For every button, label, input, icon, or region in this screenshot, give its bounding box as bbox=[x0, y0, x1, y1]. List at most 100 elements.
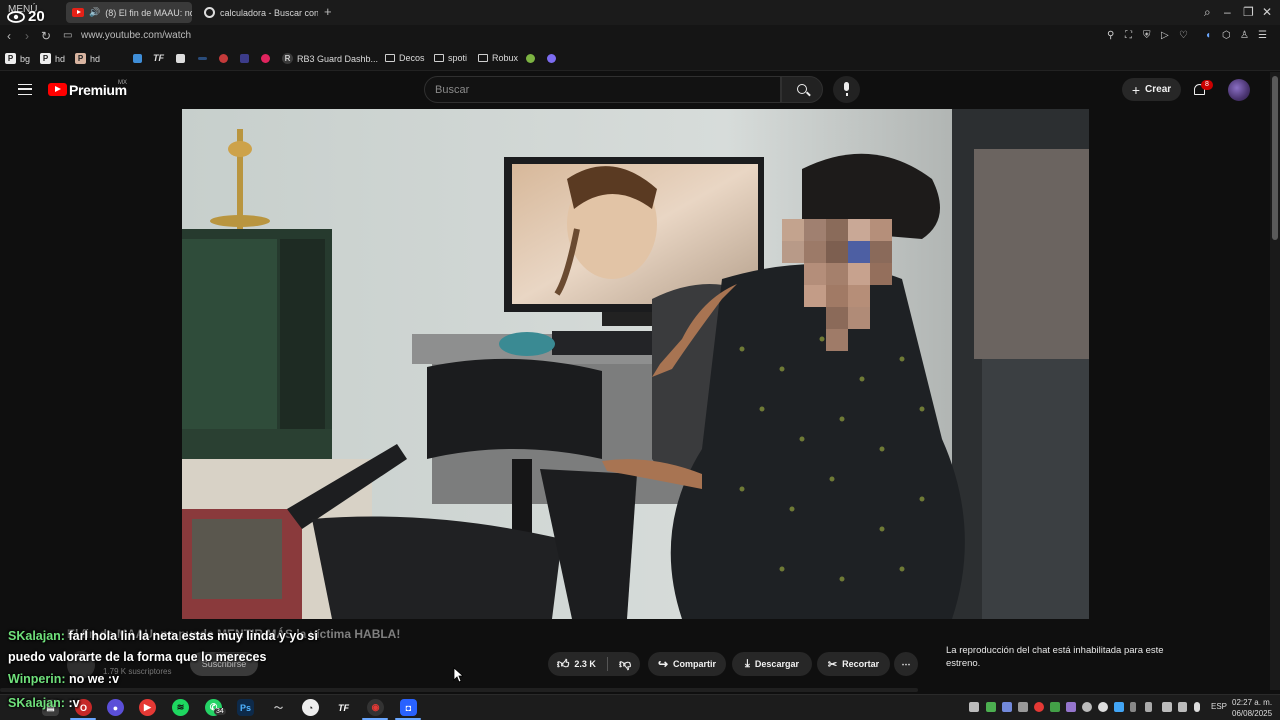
profile-icon[interactable]: ♙ bbox=[1240, 30, 1249, 41]
bookmark-folder-decos[interactable]: Decos bbox=[385, 53, 425, 63]
media-player-icon[interactable]: ▶ bbox=[139, 699, 156, 716]
thumbs-up-icon: 👍︎ bbox=[556, 656, 570, 671]
tab-calculadora[interactable]: calculadora - Buscar con bbox=[198, 2, 318, 23]
voice-search-button[interactable] bbox=[833, 76, 860, 103]
language-indicator[interactable]: ESP bbox=[1211, 702, 1227, 711]
bluetooth-icon[interactable] bbox=[1130, 702, 1136, 712]
youtube-logo-icon[interactable] bbox=[48, 83, 67, 96]
close-icon[interactable]: ✕ bbox=[1262, 5, 1272, 19]
clock-date: 06/08/2025 bbox=[1232, 709, 1273, 718]
p-favicon-icon: P bbox=[40, 53, 51, 64]
bookmark-hd-2[interactable]: P hd bbox=[75, 53, 100, 64]
bookmark-hd[interactable]: P hd bbox=[40, 53, 65, 64]
google-favicon-icon bbox=[204, 7, 215, 18]
chat-text: :v bbox=[68, 696, 80, 710]
tray-app-icon[interactable] bbox=[1098, 702, 1108, 712]
search-button[interactable] bbox=[781, 76, 823, 103]
bookmark-icon[interactable] bbox=[176, 54, 185, 63]
tray-discord-icon[interactable] bbox=[1002, 702, 1012, 712]
reload-icon[interactable]: ↻ bbox=[41, 29, 51, 43]
folder-icon bbox=[434, 54, 444, 62]
photoshop-icon[interactable]: Ps bbox=[237, 699, 254, 716]
download-button[interactable]: ⤓ Descargar bbox=[732, 652, 812, 676]
tab-title: calculadora - Buscar con bbox=[220, 7, 318, 18]
youtube-favicon-icon bbox=[72, 8, 84, 17]
chat-username: SKalajan: bbox=[8, 696, 65, 710]
tray-app-icon[interactable] bbox=[1082, 702, 1092, 712]
youtube-header: Premium MX + Crear 8 bbox=[0, 72, 1270, 108]
system-clock[interactable]: 02:27 a. m. 06/08/2025 bbox=[1232, 697, 1272, 719]
play-icon[interactable]: ▷ bbox=[1161, 30, 1169, 41]
dislike-button[interactable]: 👎︎ bbox=[619, 657, 631, 672]
snapshot-icon[interactable]: ⛶ bbox=[1125, 30, 1132, 41]
easy-setup-icon[interactable]: ☰ bbox=[1258, 30, 1267, 41]
spotify-icon[interactable]: ≋ bbox=[172, 699, 189, 716]
tray-app-icon[interactable] bbox=[969, 702, 979, 712]
heart-icon[interactable]: ♡ bbox=[1179, 30, 1188, 41]
tab-youtube[interactable]: 🔊 (8) El fin de MAAU: no bbox=[66, 2, 192, 23]
extensions-icon[interactable]: ⬡ bbox=[1222, 30, 1231, 41]
feather-icon[interactable]: 〜 bbox=[270, 699, 287, 716]
tf-app-icon[interactable]: TF bbox=[335, 699, 352, 716]
microphone-icon bbox=[844, 82, 849, 96]
bookmark-tf[interactable]: TF bbox=[153, 53, 164, 63]
bookmarks-bar: P bg P hd P hd TF R RB3 Guard Dashb... D… bbox=[0, 47, 1280, 71]
clock-time: 02:27 a. m. bbox=[1232, 698, 1273, 707]
bookmark-folder-robux[interactable]: Robux bbox=[478, 53, 518, 63]
hamburger-menu-icon[interactable] bbox=[18, 84, 32, 95]
tray-app-icon[interactable] bbox=[1018, 702, 1028, 712]
create-button[interactable]: + Crear bbox=[1122, 78, 1181, 101]
pin-icon[interactable]: ⚲ bbox=[1107, 30, 1114, 41]
tray-app-icon[interactable] bbox=[1114, 702, 1124, 712]
tab-title: (8) El fin de MAAU: no bbox=[105, 7, 192, 18]
address-bar: ‹ › ↻ ▭ www.youtube.com/watch ⚲ ⛶ ⛨ ▷ ♡ … bbox=[0, 25, 1280, 47]
search-input[interactable] bbox=[435, 82, 765, 98]
network-icon[interactable] bbox=[1162, 702, 1172, 712]
bookmark-icon[interactable] bbox=[526, 54, 535, 63]
region-code: MX bbox=[118, 80, 127, 86]
forward-icon[interactable]: › bbox=[25, 29, 29, 43]
video-player[interactable] bbox=[182, 109, 1089, 619]
bookmark-folder-spoti[interactable]: spoti bbox=[434, 53, 467, 63]
tray-app-icon[interactable] bbox=[986, 702, 996, 712]
bookmark-icon[interactable] bbox=[198, 57, 207, 60]
bookmark-bg[interactable]: P bg bbox=[5, 53, 30, 64]
roblox-studio-icon[interactable]: ◘ bbox=[400, 699, 417, 716]
url-field[interactable]: www.youtube.com/watch bbox=[81, 30, 191, 41]
plus-icon: + bbox=[1131, 81, 1141, 98]
search-box bbox=[424, 76, 781, 103]
like-button[interactable]: 👍︎ 2.3 K bbox=[557, 657, 596, 672]
bookmark-rb3-guard[interactable]: R RB3 Guard Dashb... bbox=[282, 53, 378, 64]
scrollbar-thumb[interactable] bbox=[1272, 76, 1278, 240]
clip-button[interactable]: ✂ Recortar bbox=[817, 652, 890, 676]
restore-icon[interactable]: ❐ bbox=[1243, 5, 1254, 19]
bookmark-icon[interactable] bbox=[261, 54, 270, 63]
back-icon[interactable]: ‹ bbox=[7, 29, 11, 43]
bookmark-icon[interactable] bbox=[219, 54, 228, 63]
bookmark-icon[interactable] bbox=[133, 54, 142, 63]
bookmark-icon[interactable] bbox=[547, 54, 556, 63]
account-avatar[interactable] bbox=[1228, 79, 1250, 101]
site-info-icon[interactable]: ▭ bbox=[63, 30, 72, 41]
shield-icon[interactable]: ⛨ bbox=[1143, 30, 1151, 41]
vpn-icon[interactable]: ◖ bbox=[1205, 30, 1211, 41]
whatsapp-badge: 34 bbox=[214, 708, 226, 715]
bookmark-icon[interactable] bbox=[240, 54, 249, 63]
new-tab-button[interactable]: + bbox=[324, 4, 332, 19]
share-button[interactable]: ↪ Compartir bbox=[648, 652, 726, 676]
screen-recorder-icon[interactable]: ◉ bbox=[367, 699, 384, 716]
tray-app-icon[interactable] bbox=[1066, 702, 1076, 712]
tray-app-icon[interactable] bbox=[1034, 702, 1044, 712]
battery-icon[interactable] bbox=[1145, 702, 1152, 712]
clock-app-icon[interactable]: ◔ bbox=[302, 699, 319, 716]
microphone-tray-icon[interactable] bbox=[1194, 702, 1200, 712]
minimize-icon[interactable]: – bbox=[1224, 5, 1231, 19]
download-icon: ⤓ bbox=[745, 657, 750, 670]
search-tabs-icon[interactable]: ⌕ bbox=[1204, 5, 1211, 20]
discord-icon[interactable]: ● bbox=[107, 699, 124, 716]
volume-icon[interactable] bbox=[1178, 702, 1187, 712]
stream-chat-line: SKalajan: :v bbox=[8, 696, 80, 710]
viewer-count: 20 bbox=[28, 8, 45, 25]
tray-app-icon[interactable] bbox=[1050, 702, 1060, 712]
more-actions-button[interactable]: ⋯ bbox=[894, 652, 918, 676]
